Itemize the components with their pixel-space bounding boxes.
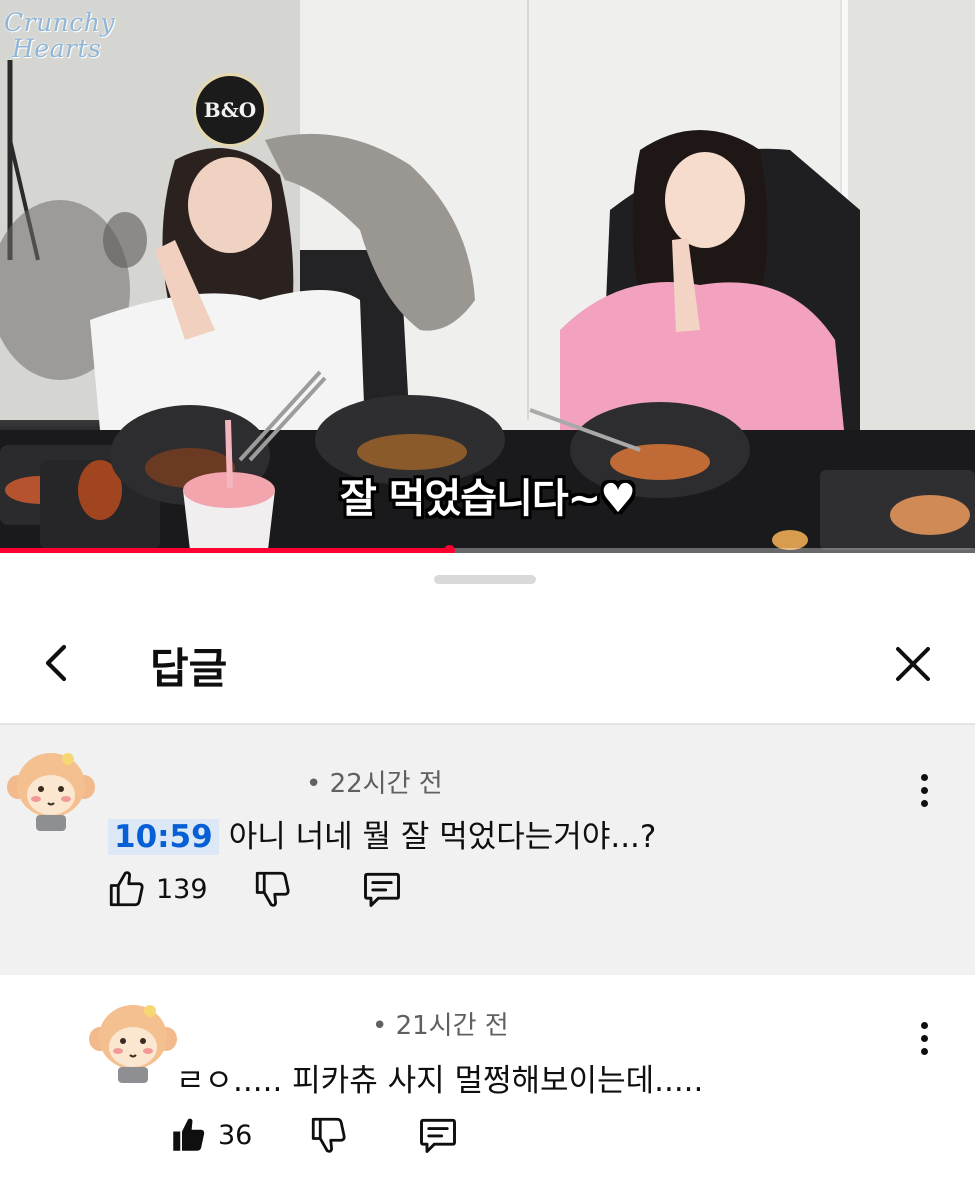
thumbs-down-icon (255, 871, 290, 907)
thumbs-up-filled-icon (173, 1118, 205, 1151)
more-dot (920, 799, 928, 807)
close-icon (896, 647, 930, 681)
comment-icon (363, 872, 400, 907)
comment-text: 아니 너네 뭘 잘 먹었다는거야...? (228, 819, 657, 855)
sheet-drag-handle[interactable] (434, 575, 536, 584)
avatar[interactable] (6, 745, 96, 831)
more-dot (920, 1034, 928, 1042)
close-button[interactable] (886, 637, 940, 691)
more-dot (920, 773, 928, 781)
comment-time: • 21시간 전 (372, 1011, 509, 1041)
like-button[interactable]: 139 (106, 868, 208, 910)
thumbs-up-icon (109, 871, 144, 907)
comment-text: ㄹㅇ..... 피카츄 사지 멀쩡해보이는데..... (176, 1063, 704, 1099)
more-options-button[interactable] (904, 765, 944, 815)
sheet-header: 답글 (0, 621, 975, 705)
chevron-left-icon (45, 644, 67, 682)
watermark-line-2: Hearts (12, 34, 102, 63)
more-dot (920, 786, 928, 794)
comment-actions: 139 (106, 867, 404, 911)
dislike-button[interactable] (252, 868, 294, 910)
progress-scrubber[interactable] (443, 545, 455, 553)
reply-button[interactable] (360, 867, 404, 911)
dislike-button[interactable] (308, 1114, 350, 1156)
like-count: 36 (218, 1119, 253, 1151)
brand-logo: B&O (196, 76, 264, 144)
like-count: 139 (156, 873, 208, 905)
reply-comment: • 21시간 전 ㄹㅇ..... 피카츄 사지 멀쩡해보이는데..... 36 (0, 975, 975, 1200)
thumbs-down-icon (312, 1117, 346, 1153)
sheet-title: 답글 (150, 644, 228, 693)
more-dot (920, 1021, 928, 1029)
video-player[interactable]: Crunchy Hearts B&O 잘 먹었습니다~♥ (0, 0, 975, 553)
comment-body: 10:59 아니 너네 뭘 잘 먹었다는거야...? (108, 811, 656, 856)
parent-comment: • 22시간 전 10:59 아니 너네 뭘 잘 먹었다는거야...? 139 (0, 725, 975, 1053)
watermark-line-1: Crunchy (4, 8, 116, 37)
back-button[interactable] (30, 637, 82, 689)
comment-time: • 22시간 전 (306, 769, 443, 799)
avatar[interactable] (88, 997, 178, 1083)
replies-sheet: 답글 • 22시간 전 10:59 아니 너네 뭘 잘 먹었다는거야...? 1… (0, 553, 975, 1200)
comment-actions: 36 (168, 1113, 460, 1157)
video-caption: 잘 먹었습니다~♥ (339, 476, 636, 522)
reply-button[interactable] (416, 1113, 460, 1157)
video-timestamp-link[interactable]: 10:59 (108, 819, 219, 855)
comment-icon (420, 1118, 457, 1153)
like-button[interactable]: 36 (168, 1114, 252, 1156)
more-options-button[interactable] (904, 1013, 944, 1063)
more-dot (920, 1047, 928, 1055)
channel-watermark: Crunchy Hearts (4, 10, 115, 62)
